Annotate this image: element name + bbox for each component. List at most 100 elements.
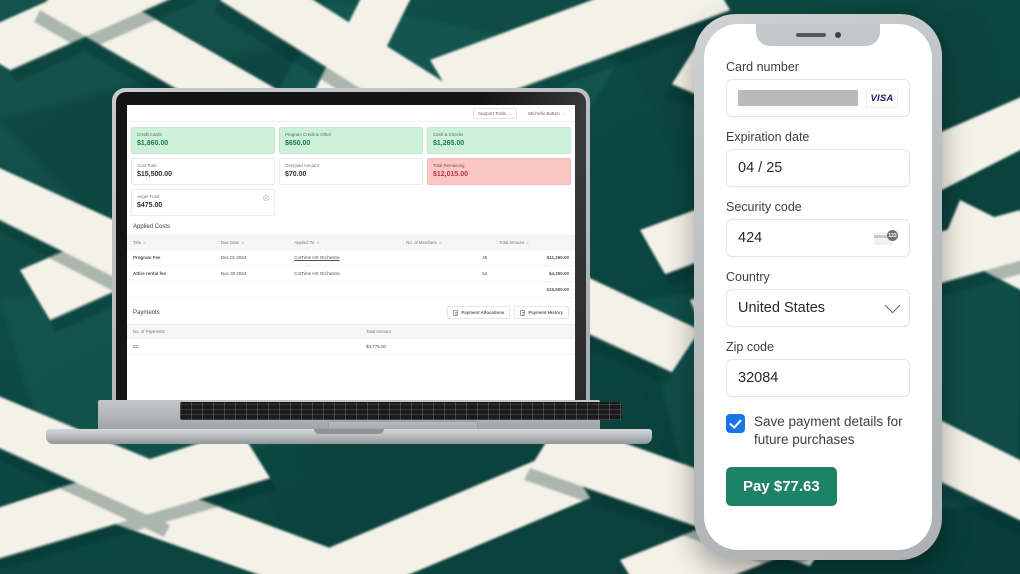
laptop-base-top: [98, 400, 622, 430]
cost-amount: $4,250.00: [493, 265, 575, 282]
country-select[interactable]: United States: [726, 289, 910, 327]
security-code-input[interactable]: 424 123: [726, 219, 910, 257]
pay-button[interactable]: Pay $77.63: [726, 466, 837, 506]
phone-screen: Card number VISA Expiration date 04 / 25…: [704, 24, 932, 550]
country-field: Country United States: [726, 270, 910, 327]
payments-total: $3,775.00: [359, 338, 575, 355]
sort-icon: ⇅: [438, 241, 442, 245]
stat-label: Cash & Checks: [433, 132, 464, 137]
spacer-cell: [288, 281, 401, 298]
stat-label: Overpaid Amount: [285, 163, 319, 168]
chevron-down-icon: ⌄: [562, 110, 566, 116]
stat-card-empty: [279, 189, 423, 216]
applied-costs-table: Title ⇅ Due Date ⇅ Applied To ⇅ No. of Memb…: [127, 235, 575, 298]
sort-icon: ⇅: [241, 241, 245, 245]
save-label-line1: Save payment details for: [754, 414, 903, 429]
save-payment-details-checkbox[interactable]: [726, 414, 745, 433]
cost-title-link[interactable]: Attire rental fee: [127, 265, 215, 282]
zip-code-label: Zip code: [726, 340, 774, 354]
col-header-applied-to[interactable]: Applied To ⇅: [288, 235, 401, 250]
support-tools-menu[interactable]: Support Tools ⌄: [472, 107, 518, 119]
laptop-base: [46, 400, 652, 444]
cost-amount: $11,250.00: [493, 249, 575, 266]
keyboard: [180, 402, 622, 420]
stat-value: $12,015.00: [433, 171, 469, 178]
cost-due-date: Nov 30 2024: [214, 265, 289, 282]
payment-allocations-button[interactable]: Payment Allocations: [447, 306, 511, 319]
payments-table: No. of Payments Total Amount 22 $3,775.0…: [127, 324, 575, 355]
spacer-cell: [400, 281, 494, 298]
spacer-cell: [214, 281, 289, 298]
table-row[interactable]: Program Fee Dec 01 2024 CutTime HS Orche…: [127, 249, 575, 266]
save-label-line2: future purchases: [754, 431, 855, 447]
cost-applied-to-link[interactable]: CutTime HS Orchestra: [288, 265, 401, 282]
stat-card-cash-checks: Cash & Checks $1,265.00: [427, 127, 571, 154]
app-top-nav: Support Tools ⌄ Michelle Batten ⌄: [127, 105, 575, 122]
zip-code-field: Zip code 32084: [726, 340, 910, 397]
applied-costs-title: Applied Costs: [133, 224, 171, 230]
stat-card-empty: [427, 189, 571, 216]
chevron-down-icon: ⌄: [508, 110, 513, 116]
col-header-title[interactable]: Title ⇅: [127, 235, 215, 250]
document-icon: [453, 309, 459, 316]
payment-history-label: Payment History: [528, 310, 563, 315]
camera-icon: [834, 32, 841, 38]
phone-notch: [756, 24, 880, 46]
security-code-value: 424: [738, 230, 763, 246]
col-header-payments-total: Total Amount: [359, 324, 575, 339]
cvc-card-icon: 123: [874, 230, 898, 246]
stat-card-angel-fund: Angel Fund $475.00: [131, 189, 275, 216]
col-header-no-of-payments: No. of Payments: [127, 324, 360, 339]
save-payment-details-label: Save payment details for future purchase…: [754, 413, 910, 449]
stat-value: $70.00: [285, 171, 307, 178]
payments-actions: Payment Allocations Payment History: [447, 306, 569, 319]
gear-icon[interactable]: [263, 195, 269, 201]
card-number-input[interactable]: VISA: [726, 79, 910, 117]
phone-device: Card number VISA Expiration date 04 / 25…: [694, 14, 942, 560]
sort-icon: ⇅: [142, 241, 146, 245]
laptop-device: Support Tools ⌄ Michelle Batten ⌄ Credit…: [46, 88, 652, 444]
security-code-label: Security code: [726, 200, 802, 214]
speaker-icon: [795, 33, 826, 37]
stat-value: $1,265.00: [433, 140, 465, 147]
stat-value: $15,500.00: [137, 171, 173, 178]
stat-value: $1,860.00: [137, 140, 169, 147]
card-number-field: Card number VISA: [726, 60, 910, 117]
user-menu[interactable]: Michelle Batten ⌄: [523, 107, 571, 119]
table-total-row: $15,500.00: [127, 281, 575, 298]
stat-card-credit-cards: Credit Cards $1,860.00: [131, 127, 275, 154]
stat-label: Program Credit & Other: [285, 132, 332, 137]
col-header-due-date[interactable]: Due Date ⇅: [214, 235, 289, 250]
col-header-total-amount[interactable]: Total Amount ⇅: [493, 235, 575, 250]
table-header-row: Title ⇅ Due Date ⇅ Applied To ⇅ No. of Memb…: [127, 235, 575, 250]
applied-costs-total: $15,500.00: [493, 281, 575, 298]
table-row[interactable]: 22 $3,775.00: [127, 338, 575, 355]
cost-title-link[interactable]: Program Fee: [127, 249, 215, 266]
expiration-date-input[interactable]: 04 / 25: [726, 149, 910, 187]
country-label: Country: [726, 270, 770, 284]
visa-icon: VISA: [866, 88, 898, 108]
payment-history-button[interactable]: Payment History: [514, 306, 569, 319]
cost-applied-to-link[interactable]: CutTime HS Orchestra: [288, 249, 401, 266]
stat-card-overpaid-amount: Overpaid Amount $70.00: [279, 158, 423, 185]
table-header-row: No. of Payments Total Amount: [127, 324, 575, 339]
summary-stat-grid: Credit Cards $1,860.00 Program Credit & …: [127, 122, 575, 216]
country-value: United States: [738, 300, 826, 316]
laptop-screen: Support Tools ⌄ Michelle Batten ⌄ Credit…: [127, 105, 575, 402]
table-row[interactable]: Attire rental fee Nov 30 2024 CutTime HS…: [127, 265, 575, 282]
chevron-down-icon: [884, 297, 901, 313]
expiration-date-label: Expiration date: [726, 130, 810, 144]
save-payment-details-row[interactable]: Save payment details for future purchase…: [726, 413, 910, 449]
stat-value: $475.00: [137, 202, 163, 209]
zip-code-input[interactable]: 32084: [726, 359, 910, 397]
col-header-members[interactable]: No. of Members ⇅: [400, 235, 494, 250]
laptop-base-notch: [314, 429, 384, 434]
stat-card-total-remaining: Total Remaining $12,015.00: [427, 158, 571, 185]
stat-label: Credit Cards: [137, 132, 162, 137]
stat-label: Total Remaining: [433, 163, 465, 168]
stat-value: $650.00: [285, 140, 311, 147]
support-tools-label: Support Tools: [477, 110, 506, 116]
payments-count: 22: [127, 338, 360, 355]
redacted-card-number: [738, 90, 858, 106]
payments-title: Payments: [133, 309, 160, 316]
